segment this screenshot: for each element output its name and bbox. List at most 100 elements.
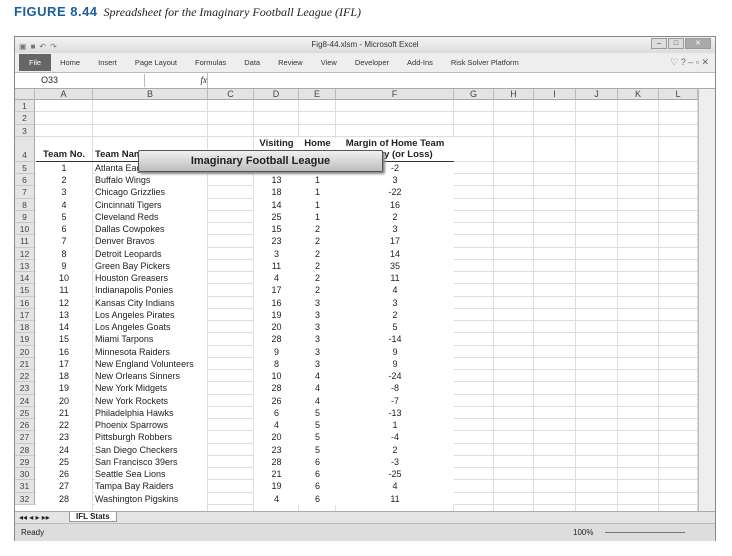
cell-team-no[interactable]: 11 — [36, 284, 92, 297]
cell-home-team[interactable]: 2 — [299, 272, 336, 285]
cell-team-no[interactable]: 18 — [36, 370, 92, 383]
cell-team-no[interactable]: 1 — [36, 161, 92, 174]
cell-home-team[interactable]: 4 — [299, 370, 336, 383]
cell-margin[interactable]: 2 — [336, 308, 454, 321]
cell-team-no[interactable]: 5 — [36, 210, 92, 223]
ribbon-help-controls[interactable]: ♡ ? – ▫ ✕ — [670, 57, 709, 68]
cell-margin[interactable]: 9 — [336, 357, 454, 370]
cell-margin[interactable]: 4 — [336, 480, 454, 493]
cell-team-name[interactable]: Seattle Sea Lions — [95, 468, 207, 481]
cell-visiting-team[interactable]: 23 — [254, 443, 299, 456]
cell-team-name[interactable]: New York Midgets — [95, 382, 207, 395]
cell-team-name[interactable]: New Orleans Sinners — [95, 370, 207, 383]
cell-team-no[interactable]: 4 — [36, 198, 92, 211]
cell-team-no[interactable]: 13 — [36, 308, 92, 321]
select-all-corner[interactable] — [15, 89, 35, 100]
cell-visiting-team[interactable]: 11 — [254, 259, 299, 272]
cell-team-name[interactable]: Washington Pigskins — [95, 492, 207, 505]
cell-margin[interactable]: -3 — [336, 455, 454, 468]
cell-home-team[interactable]: 5 — [299, 443, 336, 456]
cell-team-no[interactable]: 3 — [36, 186, 92, 199]
cell-team-no[interactable]: 26 — [36, 468, 92, 481]
cell-home-team[interactable]: 2 — [299, 223, 336, 236]
cell-team-no[interactable]: 16 — [36, 345, 92, 358]
cell-visiting-team[interactable]: 28 — [254, 382, 299, 395]
cell-margin[interactable]: 1 — [336, 419, 454, 432]
cell-visiting-team[interactable]: 18 — [254, 186, 299, 199]
ribbon-tab-data[interactable]: Data — [235, 58, 269, 67]
cell-visiting-team[interactable]: 10 — [254, 370, 299, 383]
cell-team-no[interactable]: 22 — [36, 419, 92, 432]
cell-visiting-team[interactable]: 28 — [254, 455, 299, 468]
zoom-slider[interactable] — [605, 532, 685, 533]
cell-visiting-team[interactable]: 9 — [254, 345, 299, 358]
cell-margin[interactable]: -4 — [336, 431, 454, 444]
row-header[interactable]: 6 — [15, 174, 35, 187]
cell-margin[interactable]: 35 — [336, 259, 454, 272]
cell-visiting-team[interactable]: 13 — [254, 174, 299, 187]
cell-team-name[interactable]: Minnesota Raiders — [95, 345, 207, 358]
cell-team-name[interactable]: San Francisco 39ers — [95, 455, 207, 468]
cell-margin[interactable]: -7 — [336, 394, 454, 407]
row-header[interactable]: 29 — [15, 455, 35, 468]
ribbon-tab-add-ins[interactable]: Add-Ins — [398, 58, 442, 67]
row-header[interactable]: 5 — [15, 161, 35, 174]
row-header[interactable]: 12 — [15, 247, 35, 260]
cell-team-name[interactable]: Detroit Leopards — [95, 247, 207, 260]
cell-visiting-team[interactable]: 20 — [254, 321, 299, 334]
cell-margin[interactable]: 3 — [336, 296, 454, 309]
column-header-L[interactable]: L — [659, 89, 698, 100]
cell-margin[interactable]: 9 — [336, 345, 454, 358]
cell-home-team[interactable]: 3 — [299, 296, 336, 309]
row-header[interactable]: 2 — [15, 112, 35, 125]
cell-visiting-team[interactable]: 25 — [254, 210, 299, 223]
cell-team-name[interactable]: Cleveland Reds — [95, 210, 207, 223]
cell-margin[interactable]: -13 — [336, 406, 454, 419]
cell-team-name[interactable]: Green Bay Pickers — [95, 259, 207, 272]
cell-visiting-team[interactable]: 26 — [254, 394, 299, 407]
cell-home-team[interactable]: 3 — [299, 357, 336, 370]
cell-team-no[interactable]: 10 — [36, 272, 92, 285]
cell-visiting-team[interactable]: 16 — [254, 296, 299, 309]
cell-home-team[interactable]: 4 — [299, 382, 336, 395]
cell-home-team[interactable]: 3 — [299, 345, 336, 358]
cell-home-team[interactable]: 1 — [299, 210, 336, 223]
sheet-nav-arrows[interactable]: ◂◂ ◂ ▸ ▸▸ — [19, 513, 50, 522]
cell-home-team[interactable]: 6 — [299, 468, 336, 481]
cell-visiting-team[interactable]: 28 — [254, 333, 299, 346]
cell-visiting-team[interactable]: 20 — [254, 431, 299, 444]
ribbon-tab-view[interactable]: View — [312, 58, 346, 67]
name-box[interactable]: O33 — [17, 74, 145, 87]
cell-visiting-team[interactable]: 8 — [254, 357, 299, 370]
ribbon-tab-risk-solver-platform[interactable]: Risk Solver Platform — [442, 58, 528, 67]
cell-margin[interactable]: 5 — [336, 321, 454, 334]
cell-margin[interactable]: -8 — [336, 382, 454, 395]
cell-margin[interactable]: -22 — [336, 186, 454, 199]
cell-home-team[interactable]: 6 — [299, 480, 336, 493]
row-header[interactable]: 16 — [15, 296, 35, 309]
cell-home-team[interactable]: 6 — [299, 455, 336, 468]
row-header[interactable]: 8 — [15, 198, 35, 211]
column-header-D[interactable]: D — [254, 89, 299, 100]
cell-margin[interactable]: 2 — [336, 210, 454, 223]
cell-visiting-team[interactable]: 19 — [254, 480, 299, 493]
ribbon-tab-insert[interactable]: Insert — [89, 58, 126, 67]
row-header[interactable]: 25 — [15, 406, 35, 419]
minimize-button[interactable]: – — [651, 38, 667, 49]
cell-visiting-team[interactable]: 3 — [254, 247, 299, 260]
ribbon-tab-formulas[interactable]: Formulas — [186, 58, 235, 67]
cell-team-name[interactable]: Los Angeles Pirates — [95, 308, 207, 321]
column-header-F[interactable]: F — [336, 89, 454, 100]
cell-team-no[interactable]: 23 — [36, 431, 92, 444]
cell-margin[interactable]: -25 — [336, 468, 454, 481]
cell-team-name[interactable]: Tampa Bay Raiders — [95, 480, 207, 493]
row-header[interactable]: 20 — [15, 345, 35, 358]
ribbon-tab-developer[interactable]: Developer — [346, 58, 398, 67]
cell-team-name[interactable]: San Diego Checkers — [95, 443, 207, 456]
cell-margin[interactable]: 11 — [336, 492, 454, 505]
cell-team-no[interactable]: 21 — [36, 406, 92, 419]
cell-team-no[interactable]: 8 — [36, 247, 92, 260]
cell-margin[interactable]: 4 — [336, 284, 454, 297]
cell-margin[interactable]: -14 — [336, 333, 454, 346]
cell-home-team[interactable]: 4 — [299, 394, 336, 407]
